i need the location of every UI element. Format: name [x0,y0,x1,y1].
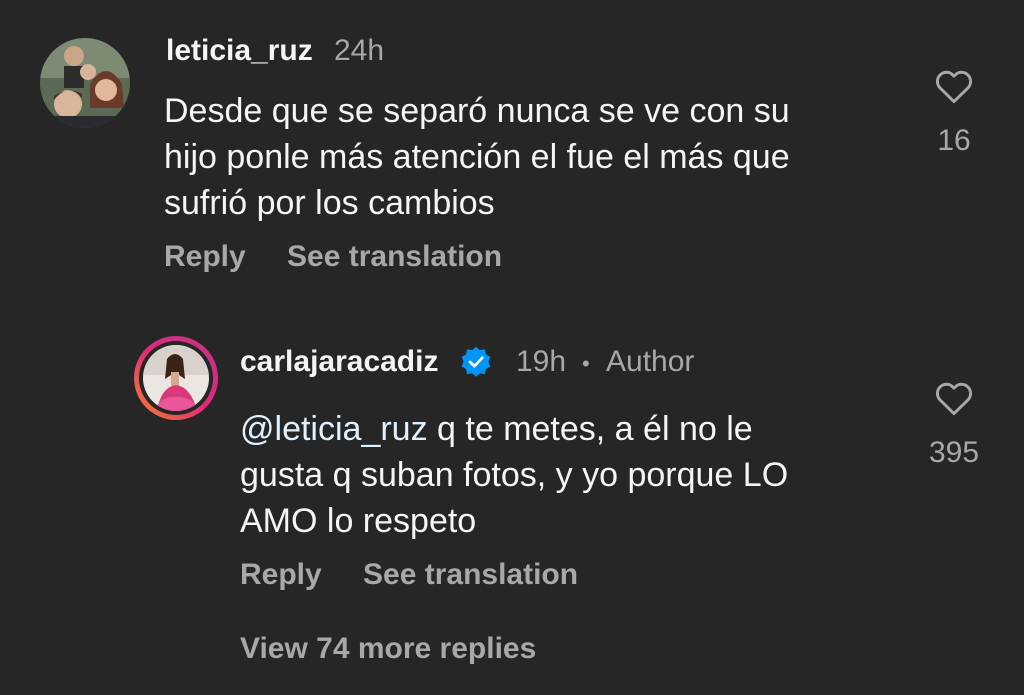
separator-dot: • [582,351,590,376]
reply-text-line: AMO lo respeto [240,502,477,540]
see-translation-button[interactable]: See translation [363,558,578,592]
comment-text-line: sufrió por los cambios [164,184,495,222]
reply-button[interactable]: Reply [240,558,322,592]
like-count: 395 [928,436,980,469]
like-count: 16 [937,124,971,157]
reply-username[interactable]: carlajaracadiz [240,345,438,379]
avatar-carlajaracadiz[interactable] [134,336,218,420]
profile-photo-avatar [143,345,209,411]
comment-text-line: hijo ponle más atención el fue el más qu… [164,138,790,176]
reply-text-line: q te metes, a él no le [427,410,753,448]
reply-text-line: gusta q suban fotos, y yo porque LO [240,456,789,494]
see-translation-button[interactable]: See translation [287,240,502,274]
reply-button[interactable]: Reply [164,240,246,274]
author-badge: Author [606,345,695,378]
family-photo-avatar [40,38,130,128]
mention-link[interactable]: @leticia_ruz [240,410,428,448]
verified-badge-icon [461,346,491,377]
comment-text: Desde que se separó nunca se ve con su h… [164,88,904,226]
reply-text: @leticia_ruz q te metes, a él no le gust… [240,406,900,544]
comment-timestamp: 24h [334,34,385,67]
heart-outline-icon[interactable] [934,68,974,104]
avatar-leticia-ruz[interactable] [40,38,130,128]
reply-timestamp: 19h [516,345,567,378]
comments-screen: leticia_ruz 24h Desde que se separó nunc… [0,0,1024,695]
comment-username[interactable]: leticia_ruz [166,34,313,68]
view-more-replies-button[interactable]: View 74 more replies [240,632,536,666]
comment-text-line: Desde que se separó nunca se ve con su [164,92,790,130]
heart-outline-icon[interactable] [934,380,974,416]
